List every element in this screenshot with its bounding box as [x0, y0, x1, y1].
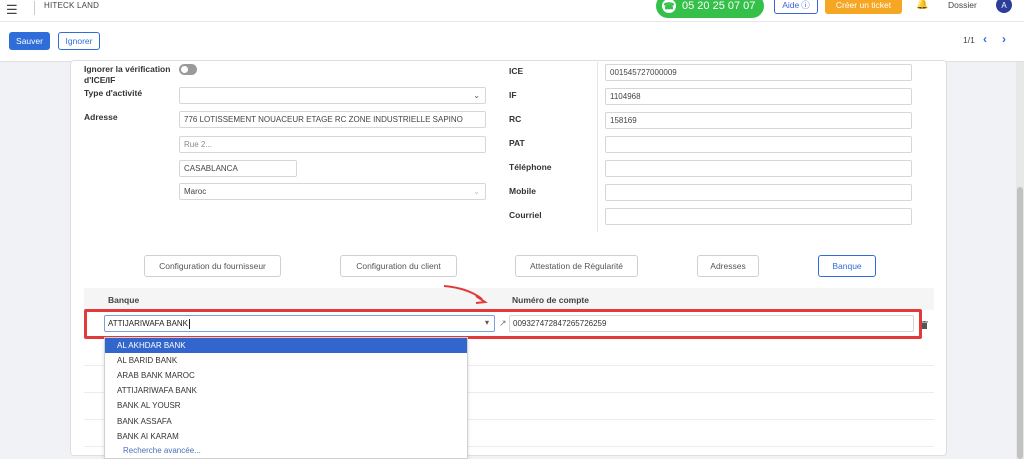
scrollbar-thumb[interactable]: [1017, 187, 1023, 459]
column-header-bank: Banque: [108, 295, 140, 305]
save-button[interactable]: Sauver: [9, 32, 50, 50]
pat-label: PAT: [509, 138, 525, 148]
trash-icon[interactable]: [921, 321, 928, 329]
country-value: Maroc: [184, 187, 207, 196]
create-ticket-button[interactable]: Créer un ticket: [825, 0, 902, 14]
support-phone[interactable]: ☎ 05 20 25 07 07: [656, 0, 764, 18]
address-line1-input[interactable]: 776 LOTISSEMENT NOUACEUR ETAGE RC ZONE I…: [179, 111, 486, 128]
dropdown-option[interactable]: BANK AL YOUSR: [105, 398, 467, 413]
email-input[interactable]: [605, 208, 912, 225]
if-label: IF: [509, 90, 517, 100]
city-input[interactable]: CASABLANCA: [179, 160, 297, 177]
pat-input[interactable]: [605, 136, 912, 153]
ignore-ice-toggle[interactable]: [179, 64, 197, 75]
dossier-menu[interactable]: Dossier: [948, 0, 977, 10]
dropdown-option[interactable]: BANK AI KARAM: [105, 429, 467, 444]
headset-icon: ☎: [662, 0, 676, 13]
dropdown-option[interactable]: ARAB BANK MAROC: [105, 368, 467, 383]
phone-number: 05 20 25 07 07: [682, 0, 756, 12]
rc-input[interactable]: 158169: [605, 112, 912, 129]
hamburger-menu-icon[interactable]: ☰: [6, 2, 18, 18]
account-number-input[interactable]: 009327472847265726259: [509, 315, 914, 332]
activity-type-select[interactable]: ⌄: [179, 87, 486, 104]
text-cursor: [189, 318, 191, 329]
tab-regularity-certificate[interactable]: Attestation de Régularité: [515, 255, 638, 277]
address-line2-input[interactable]: Rue 2...: [179, 136, 486, 153]
tab-addresses[interactable]: Adresses: [697, 255, 759, 277]
external-link-icon[interactable]: ↗: [499, 318, 507, 329]
rc-label: RC: [509, 114, 522, 124]
ice-label: ICE: [509, 66, 524, 76]
pager-indicator: 1/1: [963, 35, 975, 45]
ice-input[interactable]: 001545727000009: [605, 64, 912, 81]
help-label: Aide: [782, 0, 800, 10]
top-bar: ☰ HITECK LAND ☎ 05 20 25 07 07 Aide ⓘ Cr…: [0, 0, 1024, 22]
ignore-button[interactable]: Ignorer: [58, 32, 100, 50]
bank-select-value: ATTIJARIWAFA BANK: [108, 319, 189, 328]
action-bar: Sauver Ignorer 1/1 ‹ ›: [0, 22, 1024, 62]
dropdown-option[interactable]: BANK ASSAFA: [105, 414, 467, 429]
tab-bank[interactable]: Banque: [818, 255, 876, 277]
bank-table-header: [84, 288, 934, 310]
bell-icon[interactable]: 🔔: [916, 0, 928, 10]
chevron-down-icon: ⌄: [473, 187, 480, 196]
phone-input[interactable]: [605, 160, 912, 177]
page-scrollbar[interactable]: [1016, 62, 1024, 459]
column-header-account: Numéro de compte: [512, 295, 589, 305]
question-icon: ⓘ: [801, 0, 810, 10]
advanced-search-link[interactable]: Recherche avancée...: [123, 446, 201, 455]
chevron-down-icon: ⌄: [473, 91, 480, 100]
toggle-knob: [181, 66, 188, 73]
chevron-down-icon: ▾: [484, 318, 489, 327]
dropdown-option[interactable]: AL BARID BANK: [105, 353, 467, 368]
dropdown-option[interactable]: ATTIJARIWAFA BANK: [105, 383, 467, 398]
bank-dropdown-list: AL AKHDAR BANK AL BARID BANK ARAB BANK M…: [104, 337, 468, 459]
email-label: Courriel: [509, 210, 542, 220]
mobile-input[interactable]: [605, 184, 912, 201]
phone-label: Téléphone: [509, 162, 552, 172]
column-divider: [597, 62, 598, 232]
address-label: Adresse: [84, 112, 118, 122]
tab-supplier-config[interactable]: Configuration du fournisseur: [144, 255, 281, 277]
previous-record-icon[interactable]: ‹: [983, 32, 987, 46]
mobile-label: Mobile: [509, 186, 536, 196]
dropdown-option[interactable]: AL AKHDAR BANK: [105, 338, 467, 353]
bank-select[interactable]: ATTIJARIWAFA BANK ▾: [104, 315, 495, 332]
help-button[interactable]: Aide ⓘ: [774, 0, 818, 14]
avatar[interactable]: A: [996, 0, 1012, 13]
activity-type-label: Type d'activité: [84, 88, 143, 98]
country-select[interactable]: Maroc ⌄: [179, 183, 486, 200]
company-name: HITECK LAND: [44, 1, 100, 10]
if-input[interactable]: 1104968: [605, 88, 912, 105]
next-record-icon[interactable]: ›: [1002, 32, 1006, 46]
ignore-ice-label: Ignorer la vérification d'ICE/IF: [84, 64, 171, 85]
divider: [34, 1, 35, 15]
tab-client-config[interactable]: Configuration du client: [340, 255, 457, 277]
